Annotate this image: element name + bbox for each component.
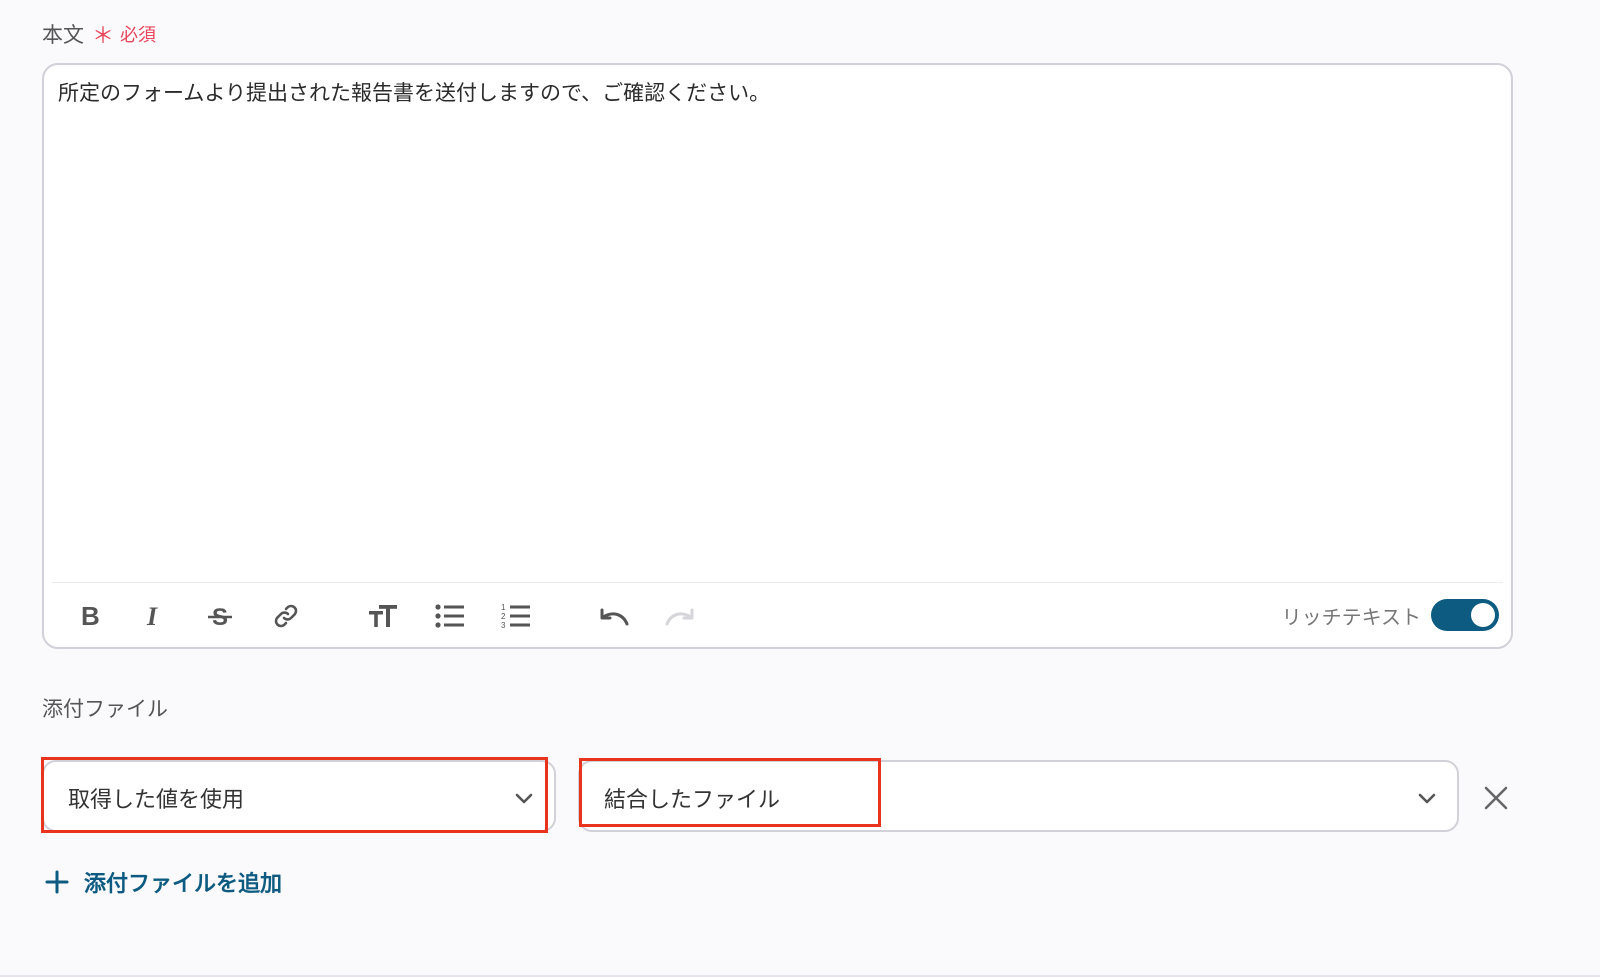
- editor-toolbar: B I S 1 2 3 リッチテキスト: [44, 585, 1511, 647]
- text-size-button[interactable]: [366, 599, 400, 633]
- required-asterisk: ＊: [92, 24, 115, 49]
- toggle-knob: [1471, 603, 1495, 627]
- remove-attachment-button[interactable]: [1481, 783, 1511, 813]
- plus-icon: [45, 870, 69, 894]
- numbered-list-icon: 1 2 3: [501, 603, 530, 630]
- bulleted-list-icon: [435, 604, 464, 628]
- required-text: 必須: [120, 25, 157, 46]
- rich-text-toggle[interactable]: [1431, 599, 1499, 631]
- text-size-icon: [369, 605, 397, 627]
- add-attachment-button[interactable]: 添付ファイルを追加: [44, 866, 282, 898]
- bold-button[interactable]: B: [72, 599, 106, 633]
- attachment-source-select[interactable]: 取得した値を使用: [42, 760, 556, 832]
- rich-text-label: リッチテキスト: [1281, 604, 1421, 629]
- close-icon: [1484, 786, 1508, 810]
- numbered-list-button[interactable]: 1 2 3: [499, 599, 533, 633]
- bulleted-list-button[interactable]: [433, 599, 467, 633]
- add-attachment-label: 添付ファイルを追加: [84, 872, 283, 897]
- svg-text:2: 2: [501, 612, 506, 621]
- editor-divider: [52, 582, 1503, 583]
- svg-text:I: I: [146, 603, 158, 629]
- bold-icon: B: [81, 603, 100, 629]
- italic-button[interactable]: I: [137, 599, 171, 633]
- rich-text-toggle-group: リッチテキスト: [1282, 599, 1499, 631]
- undo-button[interactable]: [597, 599, 631, 633]
- body-label-text: 本文: [42, 23, 84, 47]
- link-icon: [274, 604, 298, 628]
- attachment-source-value: 取得した値を使用: [68, 788, 245, 813]
- italic-icon: I: [146, 603, 158, 629]
- strikethrough-icon: S: [208, 604, 232, 630]
- attachment-file-select[interactable]: 結合したファイル: [578, 760, 1459, 832]
- svg-text:3: 3: [501, 621, 506, 630]
- redo-button[interactable]: [663, 599, 697, 633]
- attachment-file-value: 結合したファイル: [604, 788, 781, 813]
- svg-text:B: B: [81, 603, 100, 629]
- undo-icon: [600, 608, 629, 626]
- link-button[interactable]: [269, 599, 303, 633]
- redo-icon: [665, 608, 694, 626]
- body-editor[interactable]: 所定のフォームより提出された報告書を送付しますので、ご確認ください。 B I S: [42, 63, 1513, 649]
- body-field-label: 本文 ＊ 必須: [42, 18, 156, 50]
- chevron-down-icon: [515, 793, 533, 804]
- body-editor-content[interactable]: 所定のフォームより提出された報告書を送付しますので、ご確認ください。: [58, 79, 1497, 107]
- strikethrough-button[interactable]: S: [203, 599, 237, 633]
- svg-text:1: 1: [501, 603, 506, 612]
- chevron-down-icon: [1418, 793, 1436, 804]
- attachment-label: 添付ファイル: [42, 697, 168, 721]
